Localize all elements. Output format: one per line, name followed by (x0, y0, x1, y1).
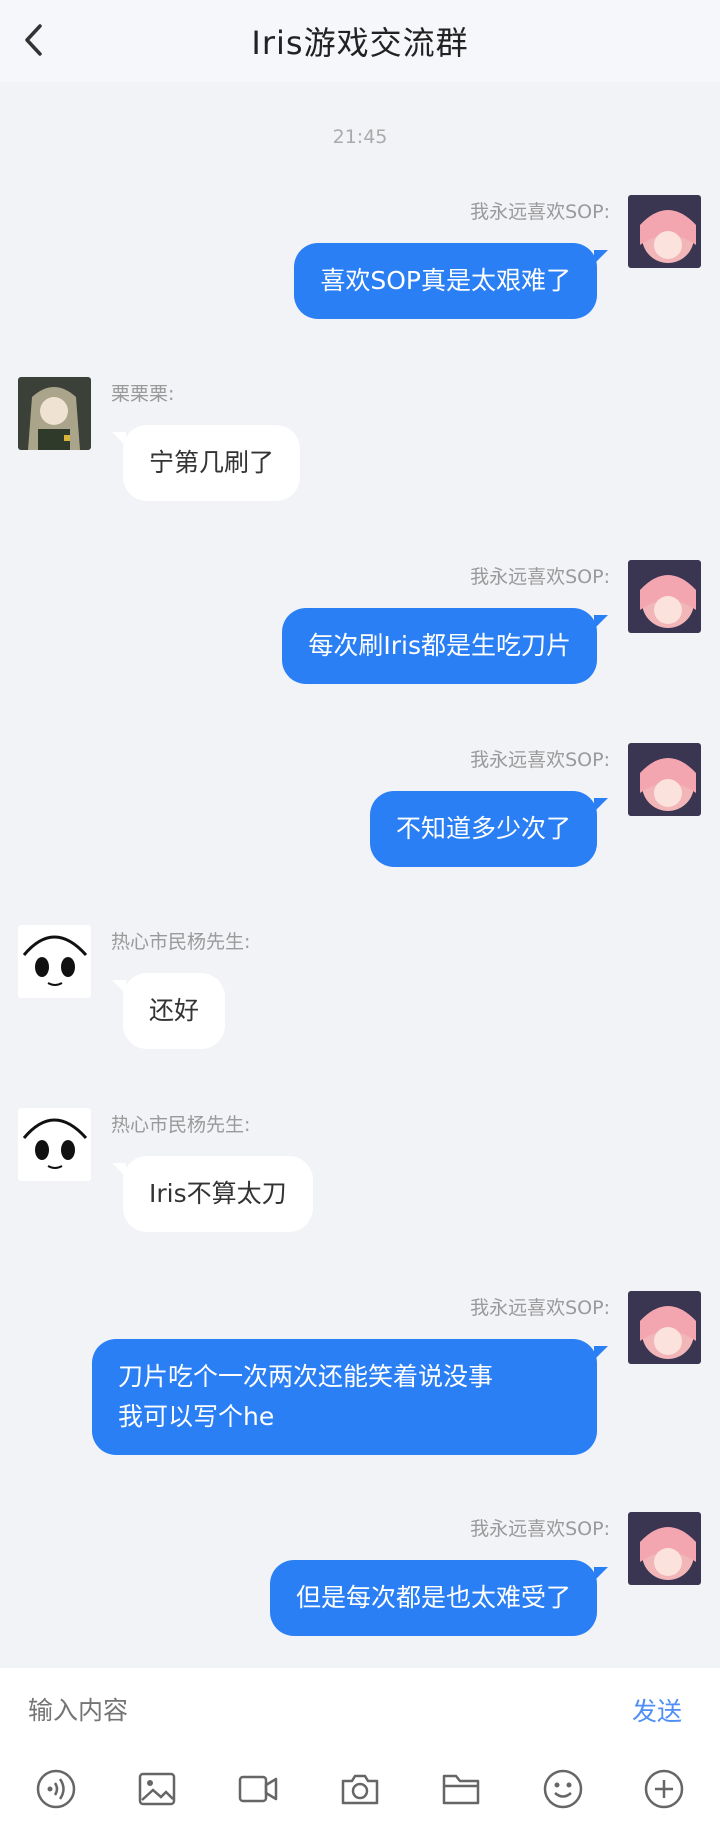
bubble-tail (594, 798, 608, 812)
message-bubble[interactable]: 不知道多少次了 (369, 791, 597, 867)
avatar[interactable] (628, 1512, 701, 1585)
avatar[interactable] (628, 1291, 701, 1364)
bubble-tail (594, 250, 608, 264)
sender-name: 热心市民杨先生: (111, 1114, 251, 1136)
message-bubble[interactable]: 还好 (123, 973, 226, 1049)
avatar[interactable] (628, 560, 701, 633)
chat-title: Iris游戏交流群 (251, 24, 469, 62)
bubble-tail (112, 980, 126, 994)
bubble-tail (594, 615, 608, 629)
sender-name: 我永远喜欢SOP: (470, 566, 610, 588)
message-bubble[interactable]: 但是每次都是也太难受了 (269, 1560, 597, 1636)
composer-toolbar (0, 1764, 720, 1814)
sender-name: 栗栗栗: (111, 383, 175, 405)
bubble-tail (112, 432, 126, 446)
emoji-icon[interactable] (542, 1768, 584, 1810)
sender-name: 我永远喜欢SOP: (470, 1297, 610, 1319)
avatar[interactable] (628, 743, 701, 816)
image-icon[interactable] (136, 1768, 178, 1810)
video-icon[interactable] (237, 1768, 279, 1810)
back-button[interactable] (14, 20, 54, 60)
message-input[interactable] (28, 1690, 588, 1730)
message-bubble[interactable]: 刀片吃个一次两次还能笑着说没事 我可以写个he (92, 1339, 597, 1455)
camera-icon[interactable] (339, 1768, 381, 1810)
chevron-left-icon (25, 24, 42, 56)
sender-name: 我永远喜欢SOP: (470, 201, 610, 223)
avatar[interactable] (18, 1108, 91, 1181)
message-bubble[interactable]: Iris不算太刀 (123, 1156, 313, 1232)
avatar[interactable] (18, 377, 91, 450)
sender-name: 我永远喜欢SOP: (470, 749, 610, 771)
bubble-tail (112, 1163, 126, 1177)
message-bubble[interactable]: 喜欢SOP真是太艰难了 (294, 243, 597, 319)
add-icon[interactable] (643, 1768, 685, 1810)
composer: 发送 (0, 1668, 720, 1821)
chat-header: Iris游戏交流群 (0, 0, 720, 82)
message-timestamp: 21:45 (332, 126, 388, 148)
message-bubble[interactable]: 每次刷Iris都是生吃刀片 (282, 608, 597, 684)
folder-icon[interactable] (440, 1768, 482, 1810)
message-bubble[interactable]: 宁第几刷了 (123, 425, 301, 501)
voice-icon[interactable] (35, 1768, 77, 1810)
send-button[interactable]: 发送 (632, 1692, 682, 1728)
bubble-tail (594, 1346, 608, 1360)
bubble-tail (594, 1567, 608, 1581)
sender-name: 我永远喜欢SOP: (470, 1518, 610, 1540)
sender-name: 热心市民杨先生: (111, 931, 251, 953)
avatar[interactable] (628, 195, 701, 268)
avatar[interactable] (18, 925, 91, 998)
